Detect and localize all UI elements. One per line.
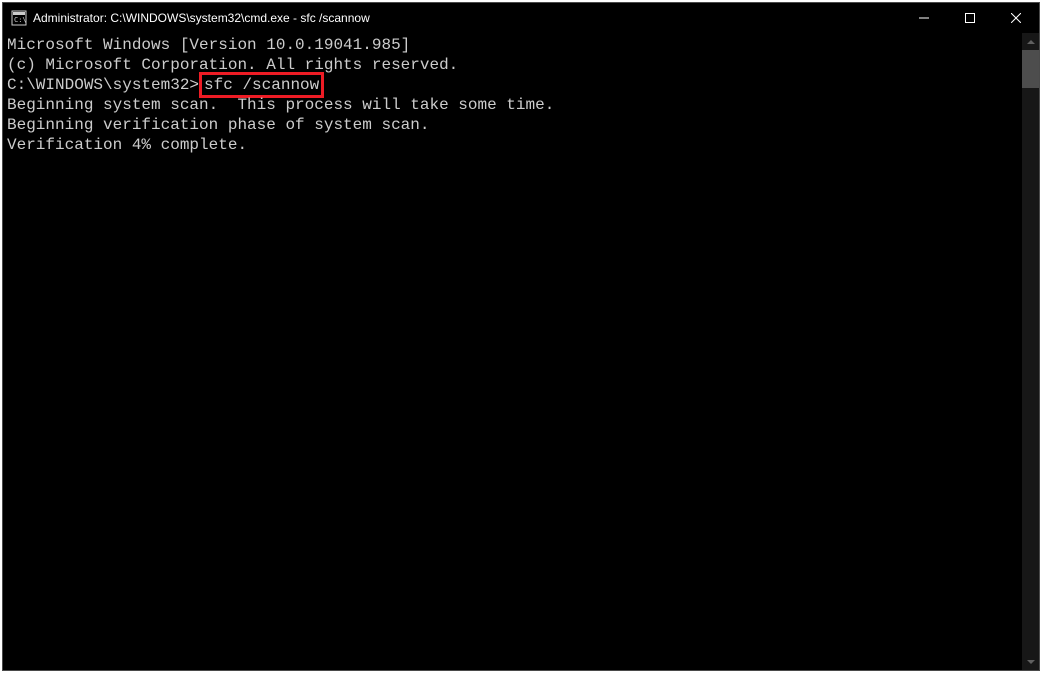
output-line: Beginning verification phase of system s… [7,115,1018,135]
minimize-button[interactable] [901,3,947,33]
cmd-icon: C:\ [11,10,27,26]
prompt-prefix: C:\WINDOWS\system32> [7,76,199,94]
window-controls [901,3,1039,33]
svg-text:C:\: C:\ [14,16,27,24]
prompt-line: C:\WINDOWS\system32>sfc /scannow [7,75,1018,95]
cmd-window: C:\ Administrator: C:\WINDOWS\system32\c… [2,2,1040,671]
output-line: (c) Microsoft Corporation. All rights re… [7,55,1018,75]
output-line: Verification 4% complete. [7,135,1018,155]
window-title: Administrator: C:\WINDOWS\system32\cmd.e… [33,11,901,25]
scrollbar-down-arrow-icon[interactable] [1022,653,1039,670]
scrollbar-up-arrow-icon[interactable] [1022,33,1039,50]
titlebar[interactable]: C:\ Administrator: C:\WINDOWS\system32\c… [3,3,1039,33]
output-line: Beginning system scan. This process will… [7,95,1018,115]
close-button[interactable] [993,3,1039,33]
vertical-scrollbar[interactable] [1022,33,1039,670]
scrollbar-thumb[interactable] [1022,50,1039,88]
maximize-button[interactable] [947,3,993,33]
output-line: Microsoft Windows [Version 10.0.19041.98… [7,35,1018,55]
content-wrapper: Microsoft Windows [Version 10.0.19041.98… [3,33,1039,670]
terminal-output[interactable]: Microsoft Windows [Version 10.0.19041.98… [3,33,1022,670]
